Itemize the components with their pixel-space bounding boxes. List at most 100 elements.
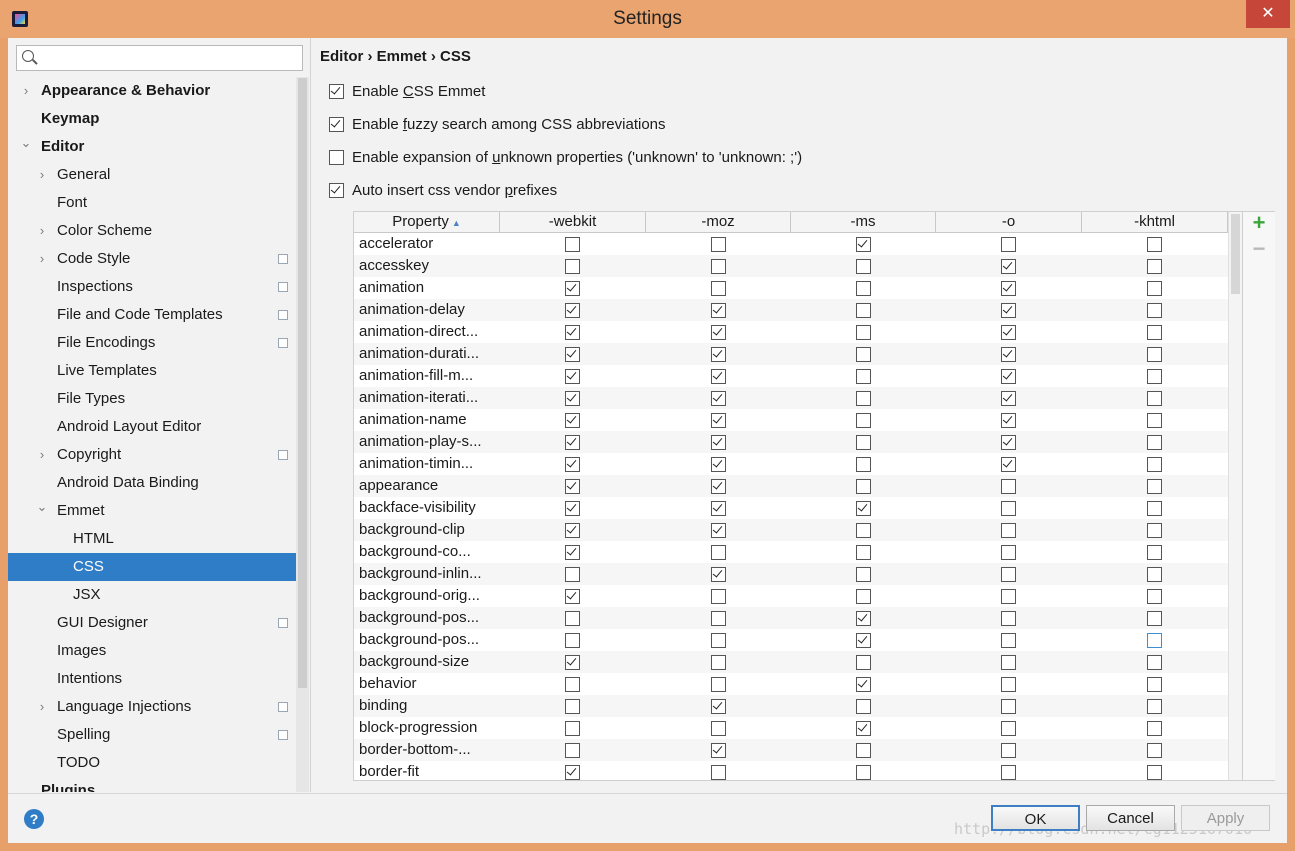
sidebar-item-file-encodings[interactable]: File Encodings — [8, 329, 296, 357]
chevron-down-icon[interactable]: ⌄ — [20, 129, 32, 157]
prefix-checkbox-ms[interactable] — [856, 633, 871, 648]
column-header-o[interactable]: -o — [936, 212, 1082, 232]
prefix-checkbox-khtml[interactable] — [1147, 677, 1162, 692]
prefix-checkbox-ms[interactable] — [856, 523, 871, 538]
prefix-checkbox-webkit[interactable] — [565, 435, 580, 450]
prefix-checkbox-webkit[interactable] — [565, 721, 580, 736]
table-scrollbar[interactable] — [1228, 212, 1242, 780]
prefix-checkbox-ms[interactable] — [856, 325, 871, 340]
sidebar-item-jsx[interactable]: JSX — [8, 581, 296, 609]
prefix-checkbox-webkit[interactable] — [565, 457, 580, 472]
prefix-checkbox-moz[interactable] — [711, 699, 726, 714]
prefix-checkbox-moz[interactable] — [711, 545, 726, 560]
prefix-checkbox-moz[interactable] — [711, 259, 726, 274]
column-header-khtml[interactable]: -khtml — [1082, 212, 1228, 232]
prefix-checkbox-o[interactable] — [1001, 721, 1016, 736]
option-checkbox[interactable] — [329, 116, 344, 132]
prefix-checkbox-moz[interactable] — [711, 347, 726, 362]
prefix-checkbox-o[interactable] — [1001, 479, 1016, 494]
table-row[interactable]: accelerator — [354, 233, 1228, 255]
prefix-checkbox-o[interactable] — [1001, 347, 1016, 362]
prefix-checkbox-ms[interactable] — [856, 501, 871, 516]
prefix-checkbox-moz[interactable] — [711, 457, 726, 472]
sidebar-item-code-style[interactable]: › Code Style — [8, 245, 296, 273]
prefix-checkbox-webkit[interactable] — [565, 325, 580, 340]
prefix-checkbox-khtml[interactable] — [1147, 633, 1162, 648]
prefix-checkbox-webkit[interactable] — [565, 413, 580, 428]
prefix-checkbox-ms[interactable] — [856, 259, 871, 274]
prefix-checkbox-o[interactable] — [1001, 523, 1016, 538]
prefix-checkbox-ms[interactable] — [856, 237, 871, 252]
prefix-checkbox-moz[interactable] — [711, 567, 726, 582]
prefix-checkbox-ms[interactable] — [856, 699, 871, 714]
table-row[interactable]: backface-visibility — [354, 497, 1228, 519]
table-row[interactable]: background-pos... — [354, 629, 1228, 651]
prefix-checkbox-khtml[interactable] — [1147, 501, 1162, 516]
table-row[interactable]: accesskey — [354, 255, 1228, 277]
prefix-checkbox-ms[interactable] — [856, 545, 871, 560]
prefix-checkbox-khtml[interactable] — [1147, 303, 1162, 318]
prefix-checkbox-moz[interactable] — [711, 369, 726, 384]
prefix-checkbox-webkit[interactable] — [565, 633, 580, 648]
sidebar-item-keymap[interactable]: Keymap — [8, 105, 296, 133]
prefix-checkbox-khtml[interactable] — [1147, 325, 1162, 340]
option-checkbox[interactable] — [329, 149, 344, 165]
prefix-checkbox-webkit[interactable] — [565, 589, 580, 604]
prefix-checkbox-moz[interactable] — [711, 237, 726, 252]
sidebar-item-font[interactable]: Font — [8, 189, 296, 217]
prefix-checkbox-ms[interactable] — [856, 743, 871, 758]
prefix-checkbox-webkit[interactable] — [565, 699, 580, 714]
prefix-checkbox-webkit[interactable] — [565, 523, 580, 538]
prefix-checkbox-webkit[interactable] — [565, 281, 580, 296]
prefix-checkbox-ms[interactable] — [856, 391, 871, 406]
prefix-checkbox-o[interactable] — [1001, 259, 1016, 274]
option-1[interactable]: Enable CSS Emmet — [329, 82, 485, 102]
cancel-button[interactable]: Cancel — [1086, 805, 1175, 831]
prefix-checkbox-ms[interactable] — [856, 765, 871, 780]
chevron-down-icon[interactable]: ⌄ — [36, 493, 48, 521]
sidebar-item-html[interactable]: HTML — [8, 525, 296, 553]
table-row[interactable]: background-orig... — [354, 585, 1228, 607]
column-header-moz[interactable]: -moz — [646, 212, 791, 232]
prefix-checkbox-ms[interactable] — [856, 281, 871, 296]
prefix-checkbox-khtml[interactable] — [1147, 743, 1162, 758]
table-row[interactable]: animation-durati... — [354, 343, 1228, 365]
table-row[interactable]: background-pos... — [354, 607, 1228, 629]
prefix-checkbox-o[interactable] — [1001, 765, 1016, 780]
search-box[interactable] — [16, 45, 303, 71]
column-header-webkit[interactable]: -webkit — [500, 212, 646, 232]
prefix-checkbox-o[interactable] — [1001, 325, 1016, 340]
prefix-checkbox-webkit[interactable] — [565, 479, 580, 494]
table-row[interactable]: background-inlin... — [354, 563, 1228, 585]
prefix-checkbox-webkit[interactable] — [565, 611, 580, 626]
table-row[interactable]: appearance — [354, 475, 1228, 497]
table-row[interactable]: animation-name — [354, 409, 1228, 431]
apply-button[interactable]: Apply — [1181, 805, 1270, 831]
table-row[interactable]: animation-delay — [354, 299, 1228, 321]
prefix-checkbox-khtml[interactable] — [1147, 391, 1162, 406]
prefix-checkbox-o[interactable] — [1001, 743, 1016, 758]
prefix-checkbox-webkit[interactable] — [565, 303, 580, 318]
prefix-checkbox-o[interactable] — [1001, 457, 1016, 472]
prefix-checkbox-ms[interactable] — [856, 677, 871, 692]
prefix-checkbox-khtml[interactable] — [1147, 259, 1162, 274]
sidebar-item-file-and-code-templates[interactable]: File and Code Templates — [8, 301, 296, 329]
prefix-checkbox-webkit[interactable] — [565, 765, 580, 780]
sidebar-item-css[interactable]: CSS — [8, 553, 296, 581]
sidebar-item-live-templates[interactable]: Live Templates — [8, 357, 296, 385]
prefix-checkbox-o[interactable] — [1001, 611, 1016, 626]
prefix-checkbox-khtml[interactable] — [1147, 237, 1162, 252]
table-row[interactable]: animation-iterati... — [354, 387, 1228, 409]
chevron-right-icon[interactable]: › — [36, 161, 48, 189]
prefix-checkbox-ms[interactable] — [856, 369, 871, 384]
prefix-checkbox-moz[interactable] — [711, 611, 726, 626]
chevron-right-icon[interactable]: › — [36, 441, 48, 469]
prefix-checkbox-khtml[interactable] — [1147, 589, 1162, 604]
prefix-checkbox-moz[interactable] — [711, 303, 726, 318]
prefix-checkbox-khtml[interactable] — [1147, 567, 1162, 582]
prefix-checkbox-webkit[interactable] — [565, 347, 580, 362]
table-scroll-thumb[interactable] — [1231, 214, 1240, 294]
table-row[interactable]: block-progression — [354, 717, 1228, 739]
prefix-checkbox-o[interactable] — [1001, 391, 1016, 406]
sidebar-item-plugins[interactable]: Plugins — [8, 777, 296, 792]
